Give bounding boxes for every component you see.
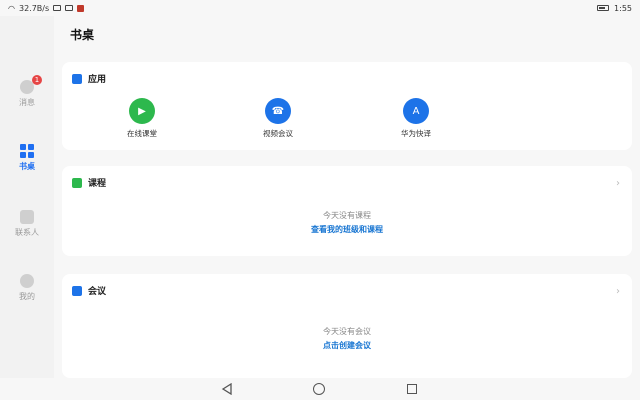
sidebar-item-desk[interactable]: 书桌	[0, 144, 54, 172]
meetings-card-header: 会议	[72, 284, 106, 297]
sidebar: 1 消息 书桌 联系人 我的	[0, 16, 54, 378]
notification-icon	[53, 5, 62, 11]
view-classes-link[interactable]: 查看我的班级和课程	[62, 224, 632, 235]
translate-icon: A	[403, 98, 429, 124]
notification-icon-2	[65, 5, 74, 11]
online-class-icon: ▶	[129, 98, 155, 124]
page-title: 书桌	[70, 28, 95, 42]
clock: 1:55	[614, 3, 632, 13]
app-video-meeting[interactable]: ☎ 视频会议	[248, 98, 308, 139]
app-online-class[interactable]: ▶ 在线课堂	[112, 98, 172, 139]
apps-card-title: 应用	[88, 75, 107, 85]
apps-card: 应用 ▶ 在线课堂 ☎ 视频会议 A 华为快译	[62, 62, 632, 150]
sidebar-item-messages[interactable]: 1 消息	[0, 75, 54, 108]
app-label: 视频会议	[263, 129, 293, 138]
contacts-icon	[20, 210, 34, 224]
back-icon[interactable]	[220, 383, 234, 395]
recent-apps-icon[interactable]	[407, 384, 417, 394]
app-translate[interactable]: A 华为快译	[386, 98, 446, 139]
meetings-icon	[72, 285, 82, 296]
message-icon: 1	[20, 75, 42, 94]
courses-card-title: 课程	[88, 179, 107, 189]
system-nav-bar	[0, 378, 640, 400]
meetings-card-title: 会议	[88, 287, 107, 297]
sidebar-item-me[interactable]: 我的	[0, 274, 54, 302]
create-meeting-link[interactable]: 点击创建会议	[62, 340, 632, 351]
desk-icon	[20, 144, 34, 158]
courses-empty-text: 今天没有课程	[323, 211, 371, 220]
meetings-empty-text: 今天没有会议	[323, 327, 371, 336]
sidebar-item-label: 书桌	[19, 162, 35, 171]
main-content: 书桌 应用 ▶ 在线课堂 ☎ 视频会议 A 华为快译 课程 › 今天没有课程 查…	[54, 16, 640, 378]
sidebar-item-contacts[interactable]: 联系人	[0, 210, 54, 238]
video-meeting-icon: ☎	[265, 98, 291, 124]
chevron-right-icon[interactable]: ›	[616, 178, 620, 189]
apps-icon	[72, 73, 82, 84]
courses-card-header: 课程	[72, 176, 106, 189]
meetings-card[interactable]: 会议 › 今天没有会议 点击创建会议	[62, 274, 632, 378]
chevron-right-icon[interactable]: ›	[616, 286, 620, 297]
sidebar-item-label: 我的	[19, 292, 35, 301]
profile-icon	[20, 274, 34, 288]
apps-card-header: 应用	[72, 72, 106, 85]
app-notification-icon	[77, 4, 85, 12]
sidebar-item-label: 联系人	[15, 228, 39, 237]
app-label: 在线课堂	[127, 129, 157, 138]
wifi-icon: ◠	[8, 3, 15, 13]
status-bar: ◠ 32.7B/s 1:55	[0, 0, 640, 16]
courses-icon	[72, 177, 82, 188]
battery-icon	[597, 5, 610, 11]
courses-card[interactable]: 课程 › 今天没有课程 查看我的班级和课程	[62, 166, 632, 256]
home-icon[interactable]	[313, 383, 325, 395]
network-speed: 32.7B/s	[18, 3, 50, 13]
message-badge: 1	[32, 75, 42, 85]
sidebar-item-label: 消息	[19, 98, 35, 107]
app-label: 华为快译	[401, 129, 431, 138]
